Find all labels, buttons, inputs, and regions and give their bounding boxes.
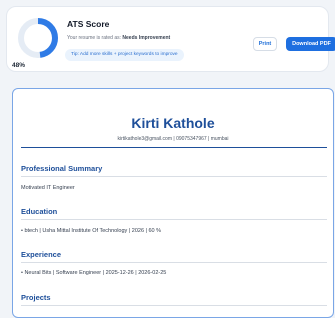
experience-item: • Neural Bits | Software Engineer | 2025… — [21, 270, 167, 276]
resume-preview: Kirti Kathole kirtikathole3@gmail.com | … — [12, 88, 334, 318]
section-divider — [21, 219, 327, 220]
resume-name: Kirti Kathole — [131, 115, 215, 131]
download-pdf-button[interactable]: Download PDF — [286, 37, 335, 51]
ats-score-percent: 48% — [12, 62, 26, 69]
ats-title: ATS Score — [67, 19, 110, 29]
section-title-projects: Projects — [21, 293, 51, 302]
section-title-summary: Professional Summary — [21, 164, 103, 173]
section-divider — [21, 305, 327, 306]
section-title-experience: Experience — [21, 250, 62, 259]
ats-score-card: 48% ATS Score Your resume is rated as: N… — [6, 6, 335, 72]
resume-contact: kirtikathole3@gmail.com | 09075347967 | … — [117, 136, 229, 142]
education-item: • btech | Usha Mittal Institute Of Techn… — [21, 228, 162, 234]
rating-value: Needs Improvement — [122, 35, 171, 41]
header-divider — [21, 147, 327, 148]
section-divider — [21, 176, 327, 177]
ats-score-ring — [18, 18, 58, 58]
summary-text: Motivated IT Engineer — [21, 185, 75, 191]
ats-tip-badge: Tip: Add more skills + project keywords … — [65, 49, 184, 61]
section-title-education: Education — [21, 207, 58, 216]
rating-prefix: Your resume is rated as: — [67, 35, 122, 41]
print-button[interactable]: Print — [253, 37, 277, 51]
section-divider — [21, 262, 327, 263]
ats-rating-text: Your resume is rated as: Needs Improveme… — [67, 35, 170, 41]
